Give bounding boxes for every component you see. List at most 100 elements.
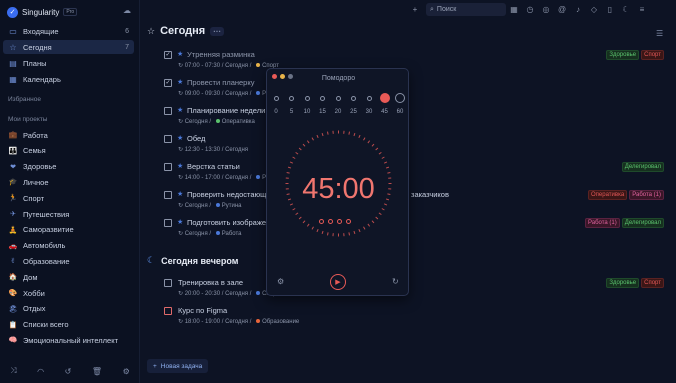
play-button[interactable]: ▶ (330, 274, 346, 290)
duration-option[interactable]: 25 (346, 93, 362, 115)
trash-icon[interactable]: 🗑 (92, 367, 102, 376)
project-label: Хобби (23, 288, 45, 298)
task-meta-row: ↻ Сегодня / Оперативка (178, 119, 255, 125)
project-item[interactable]: 💼 Работа (3, 128, 134, 142)
project-item[interactable]: 🏃 Спорт (3, 191, 134, 205)
duration-option[interactable]: 30 (361, 93, 377, 115)
pomodoro-settings-icon[interactable]: ⚙ (277, 277, 284, 286)
sidebar-item-0[interactable]: ▭ Входящие 6 (3, 24, 134, 38)
tag-icon[interactable]: ◇ (589, 5, 599, 14)
task-checkbox[interactable] (164, 219, 172, 227)
task-name[interactable]: Тренировка в зале (178, 278, 243, 287)
bookmark-icon[interactable]: ▯ (605, 5, 615, 14)
task-checkbox[interactable] (164, 307, 172, 315)
task-name[interactable]: Обед (187, 134, 205, 143)
project-item[interactable]: 🚗 Автомобиль (3, 239, 134, 253)
star-icon[interactable]: ★ (177, 50, 183, 58)
reset-icon[interactable]: ↻ (392, 277, 399, 286)
task-checkbox[interactable] (164, 135, 172, 143)
task-row[interactable]: ★ Обед ↻ 12:30 - 13:30 / Сегодня (164, 133, 664, 159)
signal-icon[interactable]: ◠ (37, 367, 44, 376)
at-icon[interactable]: @ (557, 5, 567, 14)
duration-option[interactable]: 0 (268, 93, 284, 115)
task-row[interactable]: ✓ ★ Утренняя разминка ↻ 07:00 - 07:30 / С… (164, 49, 664, 75)
task-checkbox[interactable]: ✓ (164, 51, 172, 59)
history-icon[interactable]: ↺ (65, 367, 72, 376)
shuffle-icon[interactable]: ⤨ (10, 366, 16, 376)
task-row[interactable]: ✓ ★ Провести планерку ↻ 09:00 - 09:30 / С… (164, 77, 664, 103)
task-name[interactable]: Курс по Figma (178, 306, 227, 315)
star-icon[interactable]: ★ (177, 218, 183, 226)
duration-label: 30 (365, 109, 373, 115)
task-tag[interactable]: Работа (1) (629, 190, 664, 200)
project-item[interactable]: 🧘 Саморазвитие (3, 223, 134, 237)
star-icon[interactable]: ★ (177, 106, 183, 114)
task-tag[interactable]: Спорт (641, 50, 664, 60)
duration-option[interactable]: 20 (330, 93, 346, 115)
task-row[interactable]: ★ Планирование недели ↻ Сегодня / Операт… (164, 105, 664, 131)
project-item[interactable]: 🎨 Хобби (3, 286, 134, 300)
add-icon[interactable]: + (410, 5, 420, 14)
duration-option[interactable]: 45 (377, 93, 393, 115)
project-item[interactable]: 👪 Семья (3, 144, 134, 158)
task-tag[interactable]: Спорт (641, 278, 664, 288)
sidebar-item-3[interactable]: ▦ Календарь (3, 72, 134, 86)
task-name[interactable]: Провести планерку (187, 78, 254, 87)
task-name[interactable]: Подготовить изображе (187, 218, 266, 227)
task-name[interactable]: Планирование недели (187, 106, 265, 115)
more-options-icon[interactable]: ··· (210, 26, 225, 36)
duration-option[interactable]: 10 (299, 93, 315, 115)
task-row[interactable]: ★ Верстка статьи ↻ 14:00 - 17:00 / Сегод… (164, 161, 664, 187)
task-checkbox[interactable]: ✓ (164, 79, 172, 87)
timer-tick (289, 161, 294, 164)
menu-icon[interactable]: ≡ (637, 5, 647, 14)
filter-icon[interactable]: ☰ (656, 29, 663, 38)
bell-icon[interactable]: ♪ (573, 5, 583, 14)
task-tag[interactable]: Здоровье (606, 50, 640, 60)
clock-icon[interactable]: ◷ (525, 5, 535, 14)
task-checkbox[interactable] (164, 107, 172, 115)
task-name[interactable]: Проверить недостающ (187, 190, 266, 199)
task-tag[interactable]: Делегировал (621, 218, 664, 228)
task-meta: Сегодня (184, 231, 208, 237)
star-icon[interactable]: ★ (177, 190, 183, 198)
project-item[interactable]: 🏠 Дом (3, 270, 134, 284)
task-name[interactable]: Утренняя разминка (187, 50, 255, 59)
task-name[interactable]: Верстка статьи (187, 162, 240, 171)
task-tag[interactable]: Здоровье (606, 278, 640, 288)
project-item[interactable]: 📋 Списки всего (3, 318, 134, 332)
search-input[interactable]: ⌕ Поиск (426, 3, 506, 16)
star-icon[interactable]: ★ (177, 78, 183, 86)
task-tag[interactable]: Оперативка (588, 190, 628, 200)
task-row[interactable]: ★ Подготовить изображе ↻ Сегодня / Работ… (164, 217, 664, 243)
moon-icon[interactable]: ☾ (621, 5, 631, 14)
task-meta-row: ↻ Сегодня / Рутина (178, 203, 242, 209)
timer-tick (311, 226, 314, 230)
project-item[interactable]: ❤ Здоровье (3, 160, 134, 174)
calendar-icon[interactable]: ▦ (509, 5, 519, 14)
task-row[interactable]: Тренировка в зале ↻ 20:00 - 20:30 / Сего… (164, 277, 664, 303)
project-item[interactable]: 🧠 Эмоциональный интеллект (3, 333, 134, 347)
task-tag[interactable]: Работа (1) (584, 218, 620, 228)
sidebar-item-1[interactable]: ☆ Сегодня 7 (3, 40, 134, 54)
project-item[interactable]: ✈ Путешествия (3, 207, 134, 221)
project-item[interactable]: 🎓 Личное (3, 175, 134, 189)
task-tag[interactable]: Делегировал (621, 162, 664, 172)
task-checkbox[interactable] (164, 163, 172, 171)
add-task-button[interactable]: + Новая задача (147, 359, 209, 373)
duration-option[interactable]: 5 (284, 93, 300, 115)
duration-option[interactable]: 60 (392, 93, 408, 115)
cloud-sync-icon[interactable]: ☁ (123, 6, 132, 15)
task-checkbox[interactable] (164, 191, 172, 199)
project-item[interactable]: ✌ Образование (3, 254, 134, 268)
sidebar-item-2[interactable]: ▤ Планы (3, 56, 134, 70)
app-brand[interactable]: ✓ Singularity Pro (7, 5, 78, 19)
duration-option[interactable]: 15 (315, 93, 331, 115)
star-icon[interactable]: ★ (177, 134, 183, 142)
task-checkbox[interactable] (164, 279, 172, 287)
project-item[interactable]: 🏖 Отдых (3, 302, 134, 316)
target-icon[interactable]: ◎ (541, 5, 551, 14)
settings-gear-icon[interactable]: ⚙ (123, 367, 130, 376)
task-row[interactable]: Курс по Figma ↻ 18:00 - 19:00 / Сегодня … (164, 305, 664, 331)
star-icon[interactable]: ★ (177, 162, 183, 170)
